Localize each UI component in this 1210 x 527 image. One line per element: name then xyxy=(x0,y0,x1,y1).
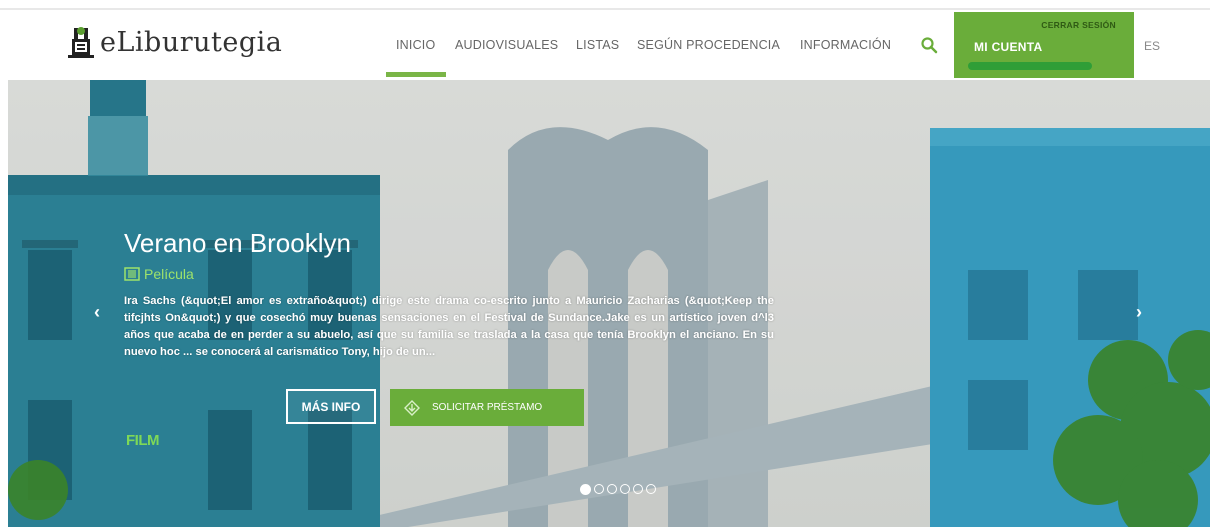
my-account-label[interactable]: MI CUENTA xyxy=(974,40,1042,54)
site-logo[interactable]: eLiburutegia xyxy=(66,22,282,62)
nav-item-inicio[interactable]: INICIO xyxy=(396,38,435,52)
hero-carousel: Verano en Brooklyn Película Ira Sachs (&… xyxy=(8,80,1210,527)
carousel-dot-4[interactable] xyxy=(620,484,630,494)
carousel-dot-5[interactable] xyxy=(633,484,643,494)
slide-type-label: Película xyxy=(144,266,194,282)
carousel-pagination xyxy=(580,484,656,495)
account-menu[interactable]: CERRAR SESIÓN MI CUENTA xyxy=(954,12,1134,78)
nav-item-audiovisuales[interactable]: AUDIOVISUALES xyxy=(455,38,558,52)
slide-media-type: Película xyxy=(124,266,194,282)
slide-title[interactable]: Verano en Brooklyn xyxy=(124,228,351,259)
more-info-button[interactable]: MÁS INFO xyxy=(286,389,376,424)
carousel-dot-2[interactable] xyxy=(594,484,604,494)
logout-link[interactable]: CERRAR SESIÓN xyxy=(1041,20,1116,30)
site-header: eLiburutegia INICIO AUDIOVISUALES LISTAS… xyxy=(0,0,1210,80)
slide-description: Ira Sachs (&quot;El amor es extraño&quot… xyxy=(124,295,774,358)
nav-item-listas[interactable]: LISTAS xyxy=(576,38,619,52)
active-nav-indicator xyxy=(386,72,446,77)
search-icon[interactable] xyxy=(920,36,938,54)
request-loan-label: SOLICITAR PRÉSTAMO xyxy=(432,402,543,413)
language-selector[interactable]: ES xyxy=(1144,39,1160,53)
top-divider xyxy=(0,8,1210,10)
carousel-dot-6[interactable] xyxy=(646,484,656,494)
film-icon xyxy=(124,267,140,281)
nav-item-informacion[interactable]: INFORMACIÓN xyxy=(800,38,891,52)
account-underline xyxy=(968,62,1092,70)
carousel-dot-3[interactable] xyxy=(607,484,617,494)
request-loan-button[interactable]: SOLICITAR PRÉSTAMO xyxy=(390,389,584,426)
download-icon xyxy=(404,399,420,416)
film-badge: FILM xyxy=(126,432,160,449)
nav-item-segun-procedencia[interactable]: SEGÚN PROCEDENCIA xyxy=(637,38,780,52)
carousel-next-arrow[interactable]: › xyxy=(1136,302,1142,323)
carousel-prev-arrow[interactable]: ‹ xyxy=(94,302,100,323)
brand-name: eLiburutegia xyxy=(100,26,283,58)
carousel-dot-1[interactable] xyxy=(580,484,591,495)
logo-icon xyxy=(68,27,94,58)
